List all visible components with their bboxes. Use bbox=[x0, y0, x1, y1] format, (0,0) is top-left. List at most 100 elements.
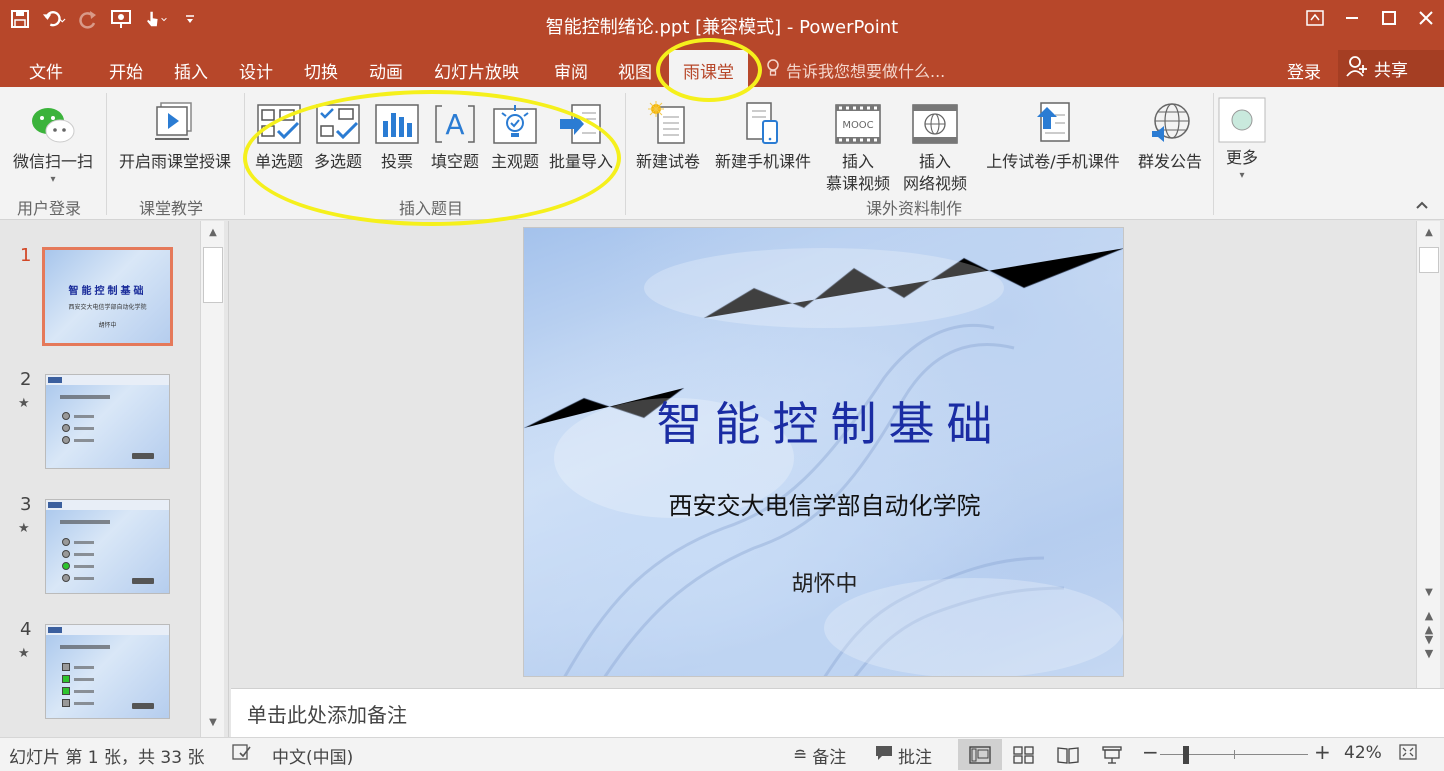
mooc-film-icon: MOOC bbox=[822, 95, 894, 145]
zoom-slider-thumb[interactable] bbox=[1183, 746, 1190, 764]
zoom-out-icon[interactable]: − bbox=[1142, 740, 1159, 764]
previous-slide-icon[interactable]: ▲ ▲ bbox=[1417, 609, 1441, 636]
start-class-button[interactable]: 开启雨课堂授课 bbox=[110, 95, 240, 173]
title-bar: 智能控制绪论.ppt [兼容模式] - PowerPoint bbox=[0, 0, 1444, 50]
insert-web-video-button[interactable]: 插入 网络视频 bbox=[898, 95, 972, 195]
thumbnail-subtitle: 西安交大电信学部自动化学院 bbox=[68, 304, 147, 311]
zoom-level[interactable]: 42% bbox=[1344, 743, 1382, 763]
animation-star-icon: ★ bbox=[18, 646, 30, 661]
user-icon bbox=[1346, 55, 1368, 82]
idea-bulb-icon bbox=[486, 95, 544, 145]
new-mobile-courseware-button[interactable]: 新建手机课件 bbox=[709, 95, 817, 173]
ribbon-display-options-icon[interactable] bbox=[1296, 0, 1333, 36]
multi-choice-icon bbox=[309, 95, 367, 145]
collapse-ribbon-icon[interactable] bbox=[1414, 197, 1430, 213]
scroll-thumb[interactable] bbox=[1419, 247, 1439, 273]
subjective-button[interactable]: 主观题 bbox=[486, 95, 544, 173]
tab-design[interactable]: 设计 bbox=[239, 58, 273, 83]
thumbnail-button bbox=[132, 578, 154, 584]
slide-title[interactable]: 智能控制基础 bbox=[524, 388, 1123, 454]
tell-me-search[interactable]: 告诉我您想要做什么... bbox=[766, 58, 945, 82]
tab-file[interactable]: 文件 bbox=[29, 58, 63, 83]
scroll-up-icon[interactable]: ▲ bbox=[1417, 223, 1441, 243]
slide-thumbnail-4[interactable] bbox=[45, 624, 170, 719]
slide-scrollbar[interactable]: ▲ ▼ ▲ ▲ ▼ ▼ bbox=[1416, 221, 1440, 688]
option-checkbox-selected bbox=[62, 675, 70, 683]
tab-home[interactable]: 开始 bbox=[109, 58, 143, 83]
scroll-down-icon[interactable]: ▼ bbox=[1417, 583, 1441, 603]
main-slide[interactable]: 智能控制基础 西安交大电信学部自动化学院 胡怀中 bbox=[523, 227, 1124, 677]
fill-blank-button[interactable]: A 填空题 bbox=[426, 95, 484, 173]
slide-subtitle[interactable]: 西安交大电信学部自动化学院 bbox=[524, 486, 1123, 521]
reading-view-icon bbox=[1057, 746, 1079, 764]
slide-sorter-button[interactable] bbox=[1002, 739, 1046, 770]
single-choice-button[interactable]: 单选题 bbox=[250, 95, 308, 173]
tab-transitions[interactable]: 切换 bbox=[304, 58, 338, 83]
dropdown-arrow-icon: ▾ bbox=[50, 174, 56, 185]
notes-placeholder: 单击此处添加备注 bbox=[247, 703, 407, 727]
more-icon bbox=[1218, 95, 1266, 143]
status-bar: 幻灯片 第 1 张，共 33 张 中文(中国) ≘ 备注 批注 − + 42% bbox=[0, 737, 1444, 771]
tab-review[interactable]: 审阅 bbox=[554, 58, 588, 83]
slide-count: 幻灯片 第 1 张，共 33 张 bbox=[9, 748, 205, 768]
more-button[interactable]: 更多 ▾ bbox=[1218, 95, 1266, 183]
option-line bbox=[74, 565, 94, 568]
wechat-scan-button[interactable]: 微信扫一扫 ▾ bbox=[7, 95, 99, 187]
upload-icon bbox=[977, 95, 1129, 145]
spell-check-icon[interactable] bbox=[232, 743, 252, 761]
text-box-icon: A bbox=[426, 95, 484, 145]
scroll-up-icon[interactable]: ▲ bbox=[201, 223, 225, 243]
login-link[interactable]: 登录 bbox=[1287, 58, 1321, 83]
normal-view-button[interactable] bbox=[958, 739, 1002, 770]
insert-mooc-video-button[interactable]: MOOC 插入 慕课视频 bbox=[822, 95, 894, 195]
maximize-icon[interactable] bbox=[1370, 0, 1407, 36]
close-icon[interactable] bbox=[1407, 0, 1444, 36]
tab-view[interactable]: 视图 bbox=[618, 58, 652, 83]
fit-slide-icon[interactable] bbox=[1398, 743, 1418, 761]
slide-thumbnail-1[interactable]: 智能控制基础 西安交大电信学部自动化学院 胡怀中 bbox=[42, 247, 173, 346]
option-line bbox=[74, 690, 94, 693]
slide-sorter-icon bbox=[1013, 745, 1034, 764]
normal-view-icon bbox=[969, 745, 991, 764]
vote-button[interactable]: 投票 bbox=[374, 95, 420, 173]
thumbnail-title: 智能控制基础 bbox=[68, 286, 147, 297]
group-separator bbox=[625, 93, 626, 215]
minimize-icon[interactable] bbox=[1333, 0, 1370, 36]
slide-thumbnail-3[interactable] bbox=[45, 499, 170, 594]
reading-view-button[interactable] bbox=[1046, 739, 1090, 770]
scroll-thumb[interactable] bbox=[203, 247, 223, 303]
tab-insert[interactable]: 插入 bbox=[174, 58, 208, 83]
group-label-user-login: 用户登录 bbox=[17, 199, 82, 218]
scroll-down-icon[interactable]: ▼ bbox=[201, 713, 225, 733]
batch-import-button[interactable]: 批量导入 bbox=[546, 95, 616, 173]
dropdown-arrow-icon: ▾ bbox=[1239, 170, 1245, 181]
single-choice-icon bbox=[250, 95, 308, 145]
next-slide-icon[interactable]: ▼ ▼ bbox=[1417, 633, 1441, 660]
group-label-materials: 课外资料制作 bbox=[866, 199, 963, 218]
start-class-icon bbox=[110, 95, 240, 145]
new-paper-button[interactable]: 新建试卷 bbox=[631, 95, 705, 173]
group-separator bbox=[244, 93, 245, 215]
notes-toggle-button[interactable]: ≘ 备注 bbox=[793, 743, 846, 769]
globe-film-icon bbox=[898, 95, 972, 145]
thumbnail-question bbox=[60, 395, 110, 399]
announce-button[interactable]: 群发公告 bbox=[1133, 95, 1207, 173]
thumbnails-scrollbar[interactable]: ▲ ▼ bbox=[200, 221, 224, 737]
upload-button[interactable]: 上传试卷/手机课件 bbox=[977, 95, 1129, 173]
thumbnail-button bbox=[132, 453, 154, 459]
comments-toggle-button[interactable]: 批注 bbox=[875, 743, 932, 768]
language-indicator[interactable]: 中文(中国) bbox=[272, 743, 353, 768]
tab-yuketang[interactable]: 雨课堂 bbox=[669, 50, 748, 87]
tab-slideshow[interactable]: 幻灯片放映 bbox=[434, 58, 519, 83]
slide-author[interactable]: 胡怀中 bbox=[524, 566, 1123, 598]
notes-icon: ≘ bbox=[793, 745, 808, 766]
option-radio bbox=[62, 424, 70, 432]
zoom-in-icon[interactable]: + bbox=[1314, 740, 1331, 764]
notes-pane[interactable]: 单击此处添加备注 bbox=[231, 688, 1444, 737]
tab-animations[interactable]: 动画 bbox=[369, 58, 403, 83]
slide-thumbnail-2[interactable] bbox=[45, 374, 170, 469]
comment-icon bbox=[875, 745, 893, 766]
multi-choice-button[interactable]: 多选题 bbox=[309, 95, 367, 173]
slideshow-button[interactable] bbox=[1090, 739, 1134, 770]
share-button[interactable]: 共享 bbox=[1338, 50, 1444, 87]
